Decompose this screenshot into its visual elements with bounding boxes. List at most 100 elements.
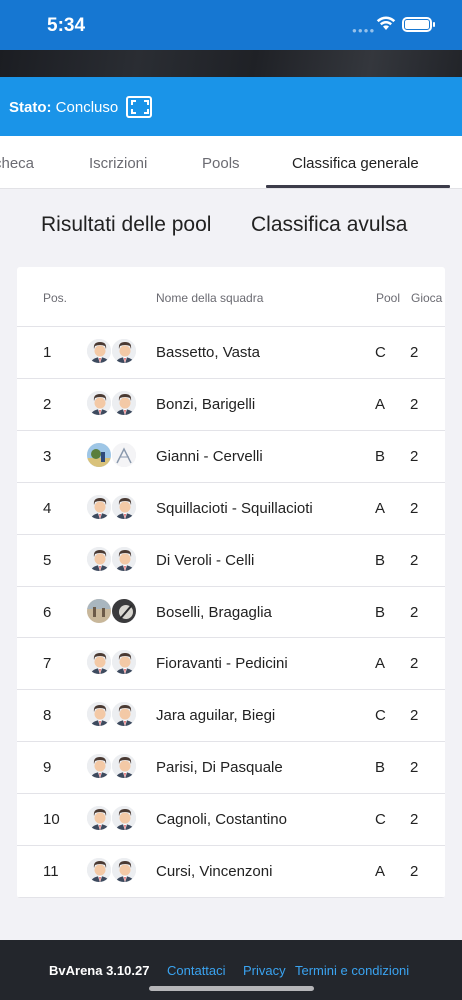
matches-played: 2: [410, 395, 419, 413]
player-avatar: [111, 545, 137, 572]
matches-played: 2: [410, 499, 419, 517]
tab-iscrizioni[interactable]: Iscrizioni: [89, 155, 147, 172]
player-avatar: [86, 857, 112, 883]
matches-played: 2: [410, 811, 419, 829]
table-row[interactable]: 10 Cagnoli, Costantino C 2: [17, 793, 445, 845]
table-row[interactable]: 8 Jara aguilar, Biegi C 2: [17, 689, 445, 741]
player-avatar: [86, 545, 112, 572]
table-row[interactable]: 7 Fioravanti - Pedicini A 2: [17, 637, 445, 689]
player-avatar: [111, 338, 137, 364]
table-row[interactable]: 9 Parisi, Di Pasquale B 2: [17, 741, 445, 793]
player-avatar: [111, 441, 137, 468]
header-pos: Pos.: [43, 291, 68, 305]
team-name: Boselli, Bragaglia: [156, 603, 272, 621]
matches-played: 2: [410, 447, 419, 465]
player-avatar: [111, 753, 137, 780]
team-pool: B: [375, 551, 386, 569]
event-state: Stato: Concluso: [9, 99, 118, 116]
team-pool: B: [375, 759, 386, 777]
status-bar: 5:34 ●●●●: [0, 0, 462, 50]
fullscreen-icon[interactable]: [126, 96, 152, 118]
team-pool: C: [375, 707, 386, 725]
team-pool: C: [375, 811, 386, 829]
team-pool: C: [375, 344, 386, 361]
state-value: Concluso: [55, 99, 119, 116]
tab-pools[interactable]: Pools: [202, 155, 240, 172]
home-indicator: [149, 986, 314, 991]
header-pool: Pool: [376, 291, 401, 305]
header-played: Gioca: [411, 291, 443, 305]
team-name: Fioravanti - Pedicini: [156, 655, 288, 673]
table-row[interactable]: 1 Bassetto, Vasta C 2: [17, 326, 445, 378]
player-avatar: [86, 649, 112, 676]
table-row[interactable]: 2 Bonzi, Barigelli A 2: [17, 378, 445, 430]
tab-bacheca[interactable]: checa: [0, 155, 34, 172]
rank-position: 5: [43, 551, 52, 569]
pool-results-toggle[interactable]: Risultati delle pool: [41, 213, 211, 237]
event-banner-image: [0, 50, 462, 77]
player-avatar: [86, 805, 112, 832]
player-avatar: [86, 389, 112, 416]
team-pool: A: [375, 499, 386, 517]
team-name: Bonzi, Barigelli: [156, 395, 256, 413]
terms-link[interactable]: Termini e condizioni: [295, 963, 409, 978]
player-avatar: [86, 441, 112, 468]
privacy-link[interactable]: Privacy: [243, 963, 286, 978]
wifi-icon: [376, 15, 396, 36]
player-avatar: [86, 753, 112, 780]
matches-played: 2: [410, 551, 419, 569]
player-avatar: [111, 493, 137, 520]
player-avatar: [86, 597, 112, 624]
team-name: Cagnoli, Costantino: [156, 811, 287, 829]
player-avatar: [86, 338, 112, 364]
table-row[interactable]: 6 Boselli, Bragaglia B 2: [17, 586, 445, 638]
rank-position: 2: [43, 395, 52, 413]
clock: 5:34: [47, 15, 86, 36]
team-name: Bassetto, Vasta: [156, 344, 260, 361]
table-row[interactable]: 4 Squillacioti - Squillacioti A 2: [17, 482, 445, 534]
player-avatar: [111, 389, 137, 416]
rank-position: 8: [43, 707, 52, 725]
player-avatar: [111, 805, 137, 832]
matches-played: 2: [410, 863, 419, 880]
player-avatar: [111, 597, 137, 624]
team-name: Squillacioti - Squillacioti: [156, 499, 313, 517]
header-team-name: Nome della squadra: [156, 291, 264, 305]
table-row[interactable]: 5 Di Veroli - Celli B 2: [17, 534, 445, 586]
rank-position: 11: [43, 863, 59, 880]
matches-played: 2: [410, 707, 419, 725]
matches-played: 2: [410, 344, 419, 361]
tab-classifica-generale[interactable]: Classifica generale: [292, 155, 419, 172]
team-name: Parisi, Di Pasquale: [156, 759, 283, 777]
matches-played: 2: [410, 759, 419, 777]
team-name: Di Veroli - Celli: [156, 551, 255, 569]
ranking-table: Pos. Nome della squadra Pool Gioca 1 Bass…: [17, 267, 445, 898]
team-name: Jara aguilar, Biegi: [156, 707, 276, 725]
team-pool: B: [375, 603, 386, 621]
team-pool: A: [375, 863, 386, 880]
team-pool: A: [375, 395, 386, 413]
rank-position: 3: [43, 447, 52, 465]
matches-played: 2: [410, 655, 419, 673]
active-tab-indicator: [266, 185, 450, 188]
table-row[interactable]: 11 Cursi, Vincenzoni A 2: [17, 845, 445, 897]
battery-icon: [402, 17, 435, 32]
app-version: BvArena 3.10.27: [49, 963, 150, 978]
rank-position: 1: [43, 344, 52, 361]
matches-played: 2: [410, 603, 419, 621]
tab-bar: checa Iscrizioni Pools Classifica genera…: [0, 136, 462, 189]
player-avatar: [111, 649, 137, 676]
rank-position: 10: [43, 811, 60, 829]
team-pool: B: [375, 447, 386, 465]
rank-position: 4: [43, 499, 52, 517]
team-name: Gianni - Cervelli: [156, 447, 263, 465]
contact-link[interactable]: Contattaci: [167, 963, 226, 978]
event-state-bar: Stato: Concluso: [0, 77, 462, 136]
split-ranking-toggle[interactable]: Classifica avulsa: [251, 213, 407, 237]
team-name: Cursi, Vincenzoni: [156, 863, 273, 880]
rank-position: 9: [43, 759, 52, 777]
rank-position: 7: [43, 655, 52, 673]
table-row[interactable]: 3 Gianni - Cervelli B 2: [17, 430, 445, 482]
footer: BvArena 3.10.27 Contattaci Privacy Termi…: [0, 940, 462, 1000]
player-avatar: [111, 857, 137, 883]
